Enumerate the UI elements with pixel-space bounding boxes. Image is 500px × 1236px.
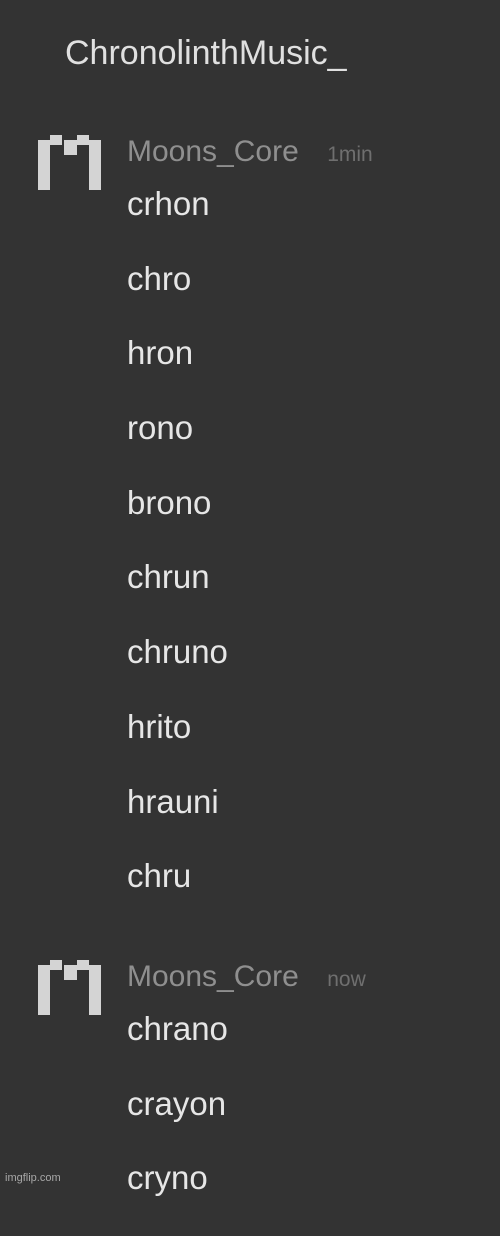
message-line: cryno <box>127 1159 208 1197</box>
message-line: chro <box>127 259 192 297</box>
message-line: chrano <box>127 1010 228 1047</box>
message-line: chru <box>127 857 192 895</box>
channel-title: ChronolinthMusic_ <box>65 34 347 72</box>
message-header: Moons_Core now <box>127 960 366 997</box>
message-line: hrauni <box>127 782 219 820</box>
message-line: hron <box>127 334 194 372</box>
timestamp: now <box>327 968 366 991</box>
message-line: rono <box>127 409 194 447</box>
message-line: crayon <box>127 1084 227 1122</box>
message-line: hrito <box>127 707 192 745</box>
message-line: crhon <box>127 185 210 222</box>
pixel-m-icon[interactable] <box>38 135 104 195</box>
message-lines: crhon chro hron rono brono chrun chruno … <box>127 187 228 934</box>
message-line: chrun <box>127 558 210 596</box>
username[interactable]: Moons_Core <box>127 960 299 993</box>
message-line: brono <box>127 483 212 521</box>
pixel-m-icon[interactable] <box>38 960 104 1020</box>
username[interactable]: Moons_Core <box>127 135 299 168</box>
message-group: Moons_Core 1min crhon chro hron rono bro… <box>0 135 500 895</box>
watermark: imgflip.com <box>5 1172 61 1184</box>
message-group: Moons_Core now chrano crayon cryno <box>0 960 500 1194</box>
timestamp: 1min <box>327 143 373 166</box>
message-header: Moons_Core 1min <box>127 135 373 172</box>
message-lines: chrano crayon cryno <box>127 1012 228 1236</box>
message-line: chruno <box>127 633 228 671</box>
